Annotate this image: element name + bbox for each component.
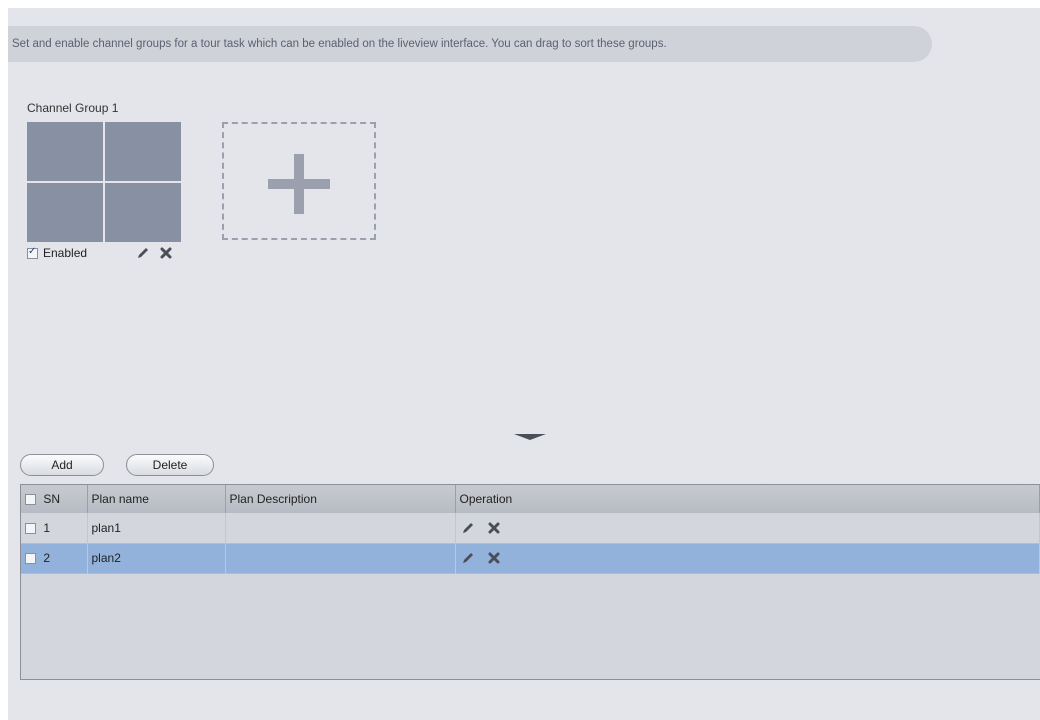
pencil-icon[interactable] bbox=[460, 550, 476, 566]
select-all-checkbox[interactable] bbox=[25, 494, 36, 506]
info-text: Set and enable channel groups for a tour… bbox=[12, 38, 667, 50]
plus-icon-vertical bbox=[294, 154, 304, 214]
channel-group-footer: Enabled bbox=[27, 244, 187, 262]
operation-cell bbox=[455, 543, 1040, 573]
pencil-icon[interactable] bbox=[460, 520, 476, 536]
sn-header-label: SN bbox=[43, 492, 61, 506]
column-header-plan-description: Plan Description bbox=[225, 485, 456, 513]
close-icon[interactable] bbox=[159, 246, 173, 260]
column-header-operation: Operation bbox=[455, 485, 1040, 513]
plan-description-cell bbox=[225, 543, 456, 573]
sn-value: 1 bbox=[43, 520, 51, 535]
row-checkbox[interactable] bbox=[25, 523, 36, 535]
plan-description-cell bbox=[225, 513, 456, 543]
table-row[interactable]: 2 plan2 bbox=[21, 543, 1040, 573]
column-header-plan-name: Plan name bbox=[87, 485, 226, 513]
column-header-sn: SN bbox=[21, 485, 88, 513]
sn-cell: 2 bbox=[21, 543, 88, 573]
channel-group-thumbnail[interactable] bbox=[27, 122, 181, 242]
plan-name-cell: plan2 bbox=[87, 543, 226, 573]
sn-cell: 1 bbox=[21, 513, 88, 543]
add-button[interactable]: Add bbox=[20, 454, 104, 476]
enabled-label: Enabled bbox=[43, 246, 88, 260]
close-icon[interactable] bbox=[487, 521, 501, 535]
grid-divider-horizontal bbox=[27, 181, 181, 183]
enabled-checkbox[interactable] bbox=[27, 246, 38, 259]
close-icon[interactable] bbox=[487, 551, 501, 565]
row-checkbox[interactable] bbox=[25, 553, 36, 565]
sn-value: 2 bbox=[43, 551, 51, 565]
operation-cell bbox=[455, 513, 1040, 543]
plan-name-cell: plan1 bbox=[87, 513, 226, 543]
table-header-row: SN Plan name Plan Description Operation bbox=[21, 485, 1040, 513]
pencil-icon[interactable] bbox=[135, 245, 151, 261]
info-banner: Set and enable channel groups for a tour… bbox=[8, 26, 932, 62]
table-row[interactable]: 1 plan1 bbox=[21, 513, 1040, 543]
add-channel-group-button[interactable] bbox=[222, 122, 376, 240]
tour-settings-panel: Set and enable channel groups for a tour… bbox=[8, 8, 1040, 720]
channel-group-title: Channel Group 1 bbox=[27, 101, 119, 115]
delete-button[interactable]: Delete bbox=[126, 454, 214, 476]
triangle-down-icon[interactable] bbox=[514, 434, 546, 440]
plan-table: SN Plan name Plan Description Operation … bbox=[20, 484, 1040, 680]
